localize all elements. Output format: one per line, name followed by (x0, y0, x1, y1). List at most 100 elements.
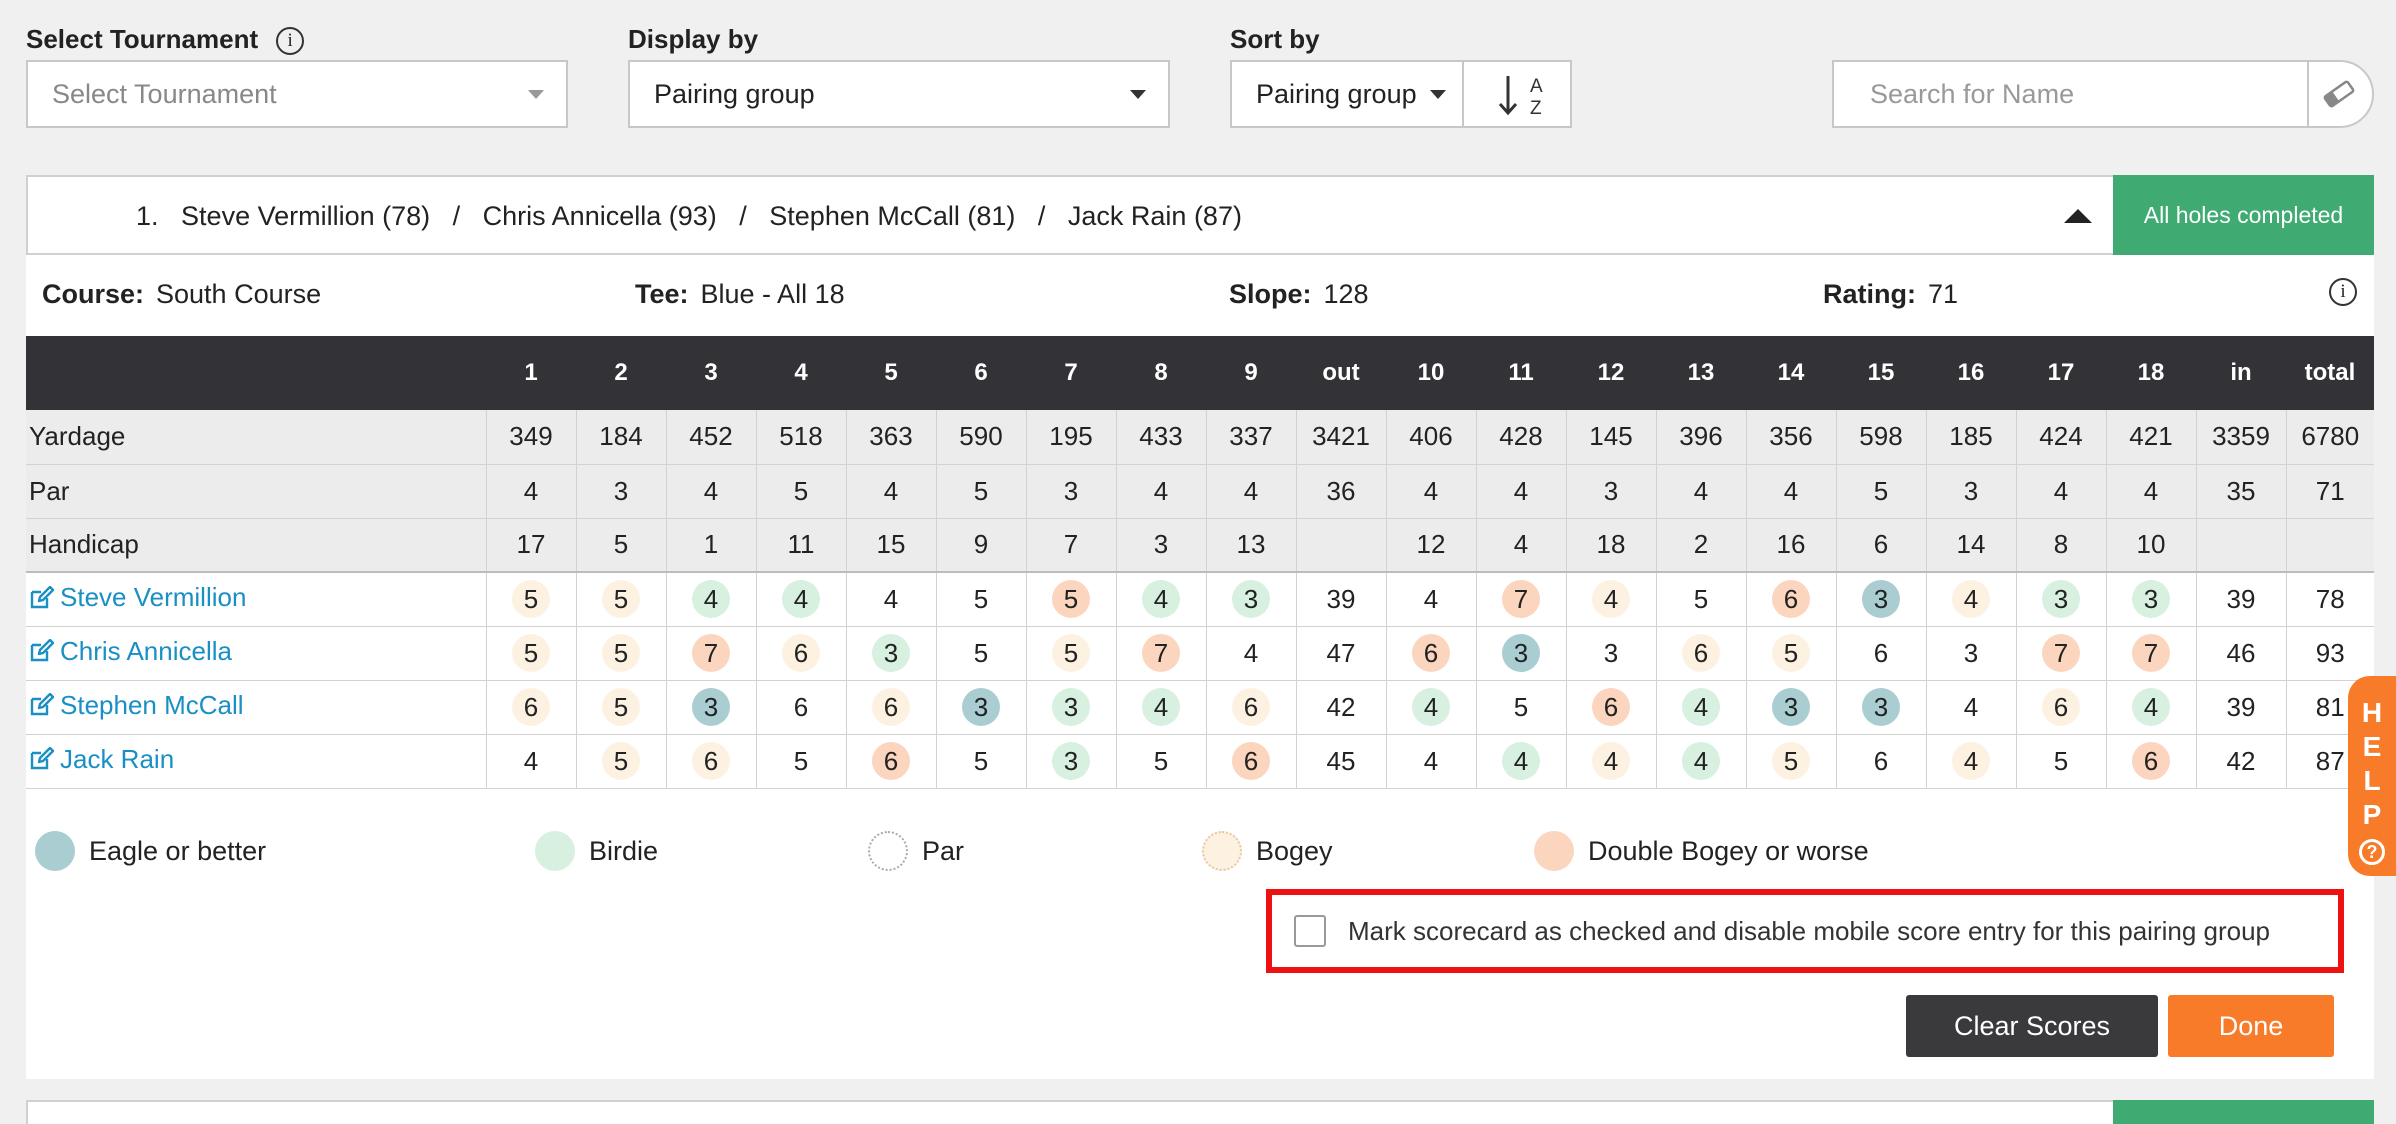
score-cell[interactable]: 4 (1655, 680, 1746, 735)
score-cell[interactable]: 7 (1475, 572, 1566, 627)
score-cell[interactable]: 46 (2195, 626, 2286, 681)
score-cell[interactable]: 7 (665, 626, 756, 681)
score-cell[interactable]: 6 (1835, 626, 1926, 681)
score-cell[interactable]: 4 (1475, 734, 1566, 789)
score-cell[interactable]: 7 (2015, 626, 2106, 681)
score-cell[interactable]: 4 (1565, 734, 1656, 789)
help-button[interactable]: H E L P ? (2348, 676, 2396, 876)
done-button[interactable]: Done (2168, 995, 2334, 1057)
score-cell[interactable]: 4 (1205, 626, 1296, 681)
score-cell[interactable]: 6 (755, 680, 846, 735)
player-edit-link[interactable]: Stephen McCall (29, 690, 244, 721)
search-input[interactable] (1834, 62, 2304, 126)
score-cell[interactable]: 5 (935, 572, 1026, 627)
score-cell[interactable]: 5 (1115, 734, 1206, 789)
score-cell[interactable]: 3 (1025, 680, 1116, 735)
score-cell[interactable]: 3 (1475, 626, 1566, 681)
score-cell[interactable]: 5 (1745, 626, 1836, 681)
score-cell[interactable]: 6 (2015, 680, 2106, 735)
score-cell[interactable]: 4 (845, 572, 936, 627)
mark-checked-checkbox[interactable] (1294, 915, 1326, 947)
score-cell[interactable]: 3 (1745, 680, 1836, 735)
clear-scores-button[interactable]: Clear Scores (1906, 995, 2158, 1057)
score-cell[interactable]: 4 (755, 572, 846, 627)
score-cell[interactable]: 4 (485, 734, 576, 789)
score-cell[interactable]: 6 (1655, 626, 1746, 681)
score-cell[interactable]: 4 (1925, 680, 2016, 735)
score-cell[interactable]: 3 (845, 626, 936, 681)
score-cell[interactable]: 3 (1835, 572, 1926, 627)
score-cell[interactable]: 3 (1205, 572, 1296, 627)
score-cell[interactable]: 5 (1745, 734, 1836, 789)
score-cell[interactable]: 4 (1925, 572, 2016, 627)
score-cell[interactable]: 5 (575, 734, 666, 789)
score-cell[interactable]: 3 (2015, 572, 2106, 627)
score-cell[interactable]: 3 (2105, 572, 2196, 627)
score-cell[interactable]: 3 (1565, 626, 1656, 681)
tournament-select[interactable]: Select Tournament (26, 60, 568, 128)
score-cell[interactable]: 4 (1385, 680, 1476, 735)
score-cell[interactable]: 6 (485, 680, 576, 735)
score-cell[interactable]: 42 (1295, 680, 1386, 735)
score-cell[interactable]: 6 (755, 626, 846, 681)
score-cell[interactable]: 5 (485, 626, 576, 681)
clear-search-button[interactable] (2307, 62, 2372, 126)
score-cell[interactable]: 6 (1835, 734, 1926, 789)
next-pairing-group-card[interactable] (26, 1100, 2374, 1124)
score-cell[interactable]: 4 (2105, 680, 2196, 735)
player-edit-link[interactable]: Jack Rain (29, 744, 174, 775)
score-cell[interactable]: 45 (1295, 734, 1386, 789)
score-cell[interactable]: 5 (2015, 734, 2106, 789)
score-cell[interactable]: 39 (1295, 572, 1386, 627)
score-cell[interactable]: 5 (1025, 572, 1116, 627)
player-edit-link[interactable]: Chris Annicella (29, 636, 232, 667)
score-cell[interactable]: 5 (575, 626, 666, 681)
score-cell[interactable]: 4 (1385, 572, 1476, 627)
score-cell[interactable]: 6 (2105, 734, 2196, 789)
score-cell[interactable]: 5 (1655, 572, 1746, 627)
score-cell[interactable]: 6 (1205, 734, 1296, 789)
score-cell[interactable]: 5 (485, 572, 576, 627)
score-cell[interactable]: 6 (1385, 626, 1476, 681)
score-cell[interactable]: 3 (1025, 734, 1116, 789)
score-cell[interactable]: 4 (1385, 734, 1476, 789)
score-cell[interactable]: 78 (2285, 572, 2374, 627)
score-cell[interactable]: 7 (1115, 626, 1206, 681)
player-edit-link[interactable]: Steve Vermillion (29, 582, 246, 613)
sort-direction-button[interactable]: A Z (1462, 60, 1572, 128)
score-cell[interactable]: 5 (935, 626, 1026, 681)
score-cell[interactable]: 4 (1655, 734, 1746, 789)
score-cell[interactable]: 3 (1835, 680, 1926, 735)
score-cell[interactable]: 39 (2195, 572, 2286, 627)
sort-by-select[interactable]: Pairing group (1230, 60, 1464, 128)
info-icon[interactable]: i (2329, 278, 2357, 306)
score-cell[interactable]: 5 (575, 572, 666, 627)
score-cell[interactable]: 3 (935, 680, 1026, 735)
score-cell[interactable]: 3 (1925, 626, 2016, 681)
pairing-group-header[interactable]: 1. Steve Vermillion (78) / Chris Annicel… (26, 175, 2374, 255)
score-cell[interactable]: 6 (1205, 680, 1296, 735)
info-icon[interactable]: i (276, 27, 305, 56)
score-cell[interactable]: 5 (575, 680, 666, 735)
score-cell[interactable]: 7 (2105, 626, 2196, 681)
score-cell[interactable]: 6 (665, 734, 756, 789)
score-cell[interactable]: 4 (1565, 572, 1656, 627)
score-cell[interactable]: 4 (1925, 734, 2016, 789)
score-cell[interactable]: 4 (1115, 680, 1206, 735)
score-cell[interactable]: 6 (1745, 572, 1836, 627)
score-cell[interactable]: 93 (2285, 626, 2374, 681)
display-by-select[interactable]: Pairing group (628, 60, 1170, 128)
collapse-arrow-icon[interactable] (2064, 209, 2092, 223)
score-cell[interactable]: 6 (845, 680, 936, 735)
score-cell[interactable]: 5 (755, 734, 846, 789)
score-cell[interactable]: 6 (845, 734, 936, 789)
score-cell[interactable]: 42 (2195, 734, 2286, 789)
score-cell[interactable]: 39 (2195, 680, 2286, 735)
score-cell[interactable]: 5 (935, 734, 1026, 789)
score-cell[interactable]: 4 (665, 572, 756, 627)
score-cell[interactable]: 47 (1295, 626, 1386, 681)
score-cell[interactable]: 6 (1565, 680, 1656, 735)
score-cell[interactable]: 5 (1025, 626, 1116, 681)
score-cell[interactable]: 3 (665, 680, 756, 735)
score-cell[interactable]: 5 (1475, 680, 1566, 735)
